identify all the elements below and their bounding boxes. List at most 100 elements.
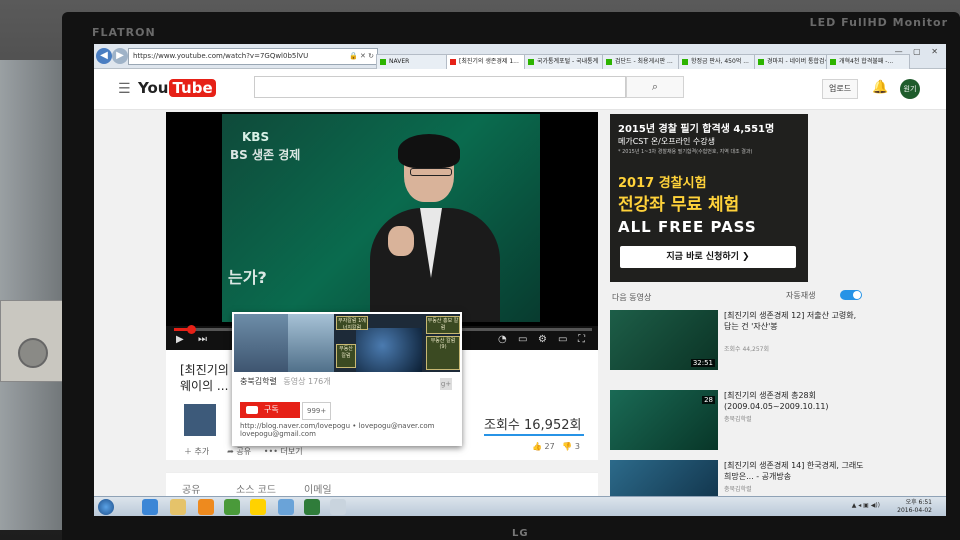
start-button[interactable] — [98, 499, 114, 515]
channel-email[interactable]: lovepogu@gmail.com — [240, 430, 316, 438]
add-icon[interactable]: ＋ — [184, 447, 192, 456]
address-bar[interactable]: https://www.youtube.com/watch?v=7GQwl0b5… — [128, 48, 378, 65]
tab-youtube[interactable]: [최진기의 생존경제 1... — [446, 54, 536, 69]
video-overlay-kbs: KBS — [242, 130, 270, 144]
share-icon[interactable]: ➦ — [227, 447, 234, 456]
list-item[interactable]: 28 [최진기의 생존경제 총28회 (2009.04.05~2009.10.1… — [610, 390, 910, 452]
app-icon[interactable] — [330, 499, 346, 515]
autoplay-toggle[interactable] — [840, 290, 862, 300]
media-icon[interactable] — [198, 499, 214, 515]
rec-thumbnail[interactable]: 32:51 — [610, 310, 718, 370]
excel-icon[interactable] — [304, 499, 320, 515]
rec-title[interactable]: [최진기의 생존경제 14] 한국경제, 그래도 희망은... - 공개방송 — [724, 460, 864, 482]
banner-image — [288, 314, 334, 372]
scrubber-handle[interactable] — [186, 325, 196, 334]
kakaotalk-icon[interactable] — [250, 499, 266, 515]
rec-thumbnail[interactable]: 28 — [610, 390, 718, 450]
tab-label: 경마지 - 네이버 통합검색 — [767, 58, 831, 65]
banner-box: 부동산 칼럼 — [336, 344, 356, 368]
share-button[interactable]: 공유 — [236, 447, 251, 456]
clock-date: 2016-04-02 — [897, 507, 932, 514]
search-input[interactable] — [254, 76, 626, 98]
like-count: 27 — [544, 442, 555, 451]
channel-name[interactable]: 충북김학렬 — [240, 377, 277, 386]
thumbs-up-icon[interactable]: 👍 — [532, 442, 542, 451]
more-icon[interactable]: ••• — [264, 447, 278, 456]
ad-footnote: * 2015년 1~3차 경찰채용 필기합격(수험번호, 지역 대조 결과) — [618, 149, 753, 155]
upload-button[interactable]: 업로드 — [822, 79, 859, 99]
rec-title[interactable]: [최진기의 생존경제 12] 저출산 고령화, 답는 건 '자산'봉 — [724, 310, 864, 332]
tab-exam[interactable]: 개혁4천 합격불패 -... — [826, 54, 910, 69]
ad-free-trial: 전강좌 무료 체험 — [618, 195, 740, 215]
menu-icon[interactable]: ☰ — [118, 81, 131, 97]
add-button[interactable]: 추가 — [195, 447, 210, 456]
presenter-hand — [388, 226, 414, 256]
autoplay-label: 자동재생 — [786, 291, 816, 300]
hovercard-channel: 충북김학렬 동영상 176개 — [240, 376, 331, 387]
back-icon[interactable]: ◀ — [96, 48, 112, 64]
monitor-brand-left: FLATRON — [92, 26, 156, 39]
subscribe-button[interactable]: 구독 — [240, 402, 300, 418]
logo-you: You — [138, 79, 169, 97]
dislike-count: 3 — [574, 442, 580, 451]
video-overlay-title: BS 생존 경제 — [230, 148, 301, 162]
naver-icon — [380, 59, 386, 65]
app-icon[interactable] — [278, 499, 294, 515]
window-controls[interactable]: — ▢ ✕ — [895, 47, 942, 56]
rec-meta: 조회수 44,257회 — [724, 346, 769, 353]
tab-embed[interactable]: 소스 코드 — [236, 481, 276, 496]
tab-kosis[interactable]: 국가통계포털 - 국내통계 — [524, 54, 614, 69]
monitor-brand-right: LED FullHD Monitor — [809, 16, 948, 29]
avatar[interactable]: 원기 — [900, 79, 920, 99]
rec-duration: 32:51 — [690, 359, 715, 367]
monitor-brand-bottom: LG — [512, 528, 529, 539]
youtube-logo[interactable]: You Tube — [138, 77, 216, 99]
tab-share[interactable]: 공유 — [182, 481, 200, 496]
clock-time: 오후 6:51 — [905, 499, 932, 506]
channel-links[interactable]: http://blog.naver.com/lovepogu • lovepog… — [240, 422, 434, 438]
site-icon — [830, 59, 836, 65]
site-icon — [682, 59, 688, 65]
search-button[interactable]: ⌕ — [626, 76, 684, 98]
gplus-icon[interactable]: g+ — [440, 378, 452, 390]
tab-label: 국가통계포털 - 국내통계 — [537, 58, 599, 65]
tray-icons[interactable]: ▲ ◂ ▣ ◀)) — [852, 502, 880, 509]
banner-earth-image — [356, 328, 422, 372]
tab-news[interactable]: 항정금 판사, 450억 ... — [678, 54, 766, 69]
folder-icon[interactable] — [170, 499, 186, 515]
presenter-hair — [398, 134, 460, 168]
more-button[interactable]: 더보기 — [281, 447, 303, 456]
rec-title[interactable]: [최진기의 생존경제 총28회 (2009.04.05~2009.10.11) — [724, 390, 864, 412]
tab-label: 개혁4천 합격불패 -... — [839, 58, 894, 65]
clock[interactable]: 오후 6:51 2016-04-02 — [897, 499, 932, 515]
watch-later-icon[interactable]: ◔ — [498, 334, 507, 345]
next-icon[interactable]: ⏭ — [198, 334, 207, 345]
ad-cta-button[interactable]: 지금 바로 신청하기 ❯ — [620, 246, 796, 268]
ie-icon[interactable] — [142, 499, 158, 515]
channel-thumbnail[interactable] — [184, 404, 216, 436]
youtube-header: ☰ You Tube ⌕ 업로드 🔔 원기 — [94, 69, 946, 110]
list-item[interactable]: 32:51 [최진기의 생존경제 12] 저출산 고령화, 답는 건 '자산'봉… — [610, 310, 910, 372]
gear-icon[interactable]: ⚙ — [538, 334, 547, 345]
screen: ◀ ▶ https://www.youtube.com/watch?v=7GQw… — [94, 44, 946, 516]
thumbs-down-icon[interactable]: 👎 — [562, 442, 572, 451]
captions-icon[interactable]: ▭ — [518, 334, 527, 345]
tab-email[interactable]: 이메일 — [304, 481, 332, 496]
play-icon[interactable]: ▶ — [176, 334, 184, 345]
banner-box: 부동산 홍보 칼럼 — [426, 316, 460, 334]
subscribe-label: 구독 — [264, 405, 279, 414]
like-dislike[interactable]: 👍 27 👎 3 — [532, 442, 580, 451]
browser-chrome: ◀ ▶ https://www.youtube.com/watch?v=7GQw… — [94, 44, 946, 69]
tab-forum[interactable]: 검단드 - 최용게시판 ... — [602, 54, 690, 69]
sidebar-ad[interactable]: 2015년 경찰 필기 합격생 4,551명 메가CST 온/오프라인 수강생 … — [610, 114, 808, 282]
app-icon[interactable] — [224, 499, 240, 515]
site-icon — [606, 59, 612, 65]
channel-link[interactable]: http://blog.naver.com/lovepogu • lovepog… — [240, 422, 434, 430]
theater-icon[interactable]: ▭ — [558, 334, 567, 345]
tab-label: [최진기의 생존경제 1... — [459, 58, 519, 65]
bell-icon[interactable]: 🔔 — [872, 80, 888, 95]
search-icon: ⌕ — [651, 80, 659, 93]
fullscreen-icon[interactable]: ⛶ — [578, 334, 585, 345]
youtube-icon — [450, 59, 456, 65]
forward-icon[interactable]: ▶ — [112, 48, 128, 64]
